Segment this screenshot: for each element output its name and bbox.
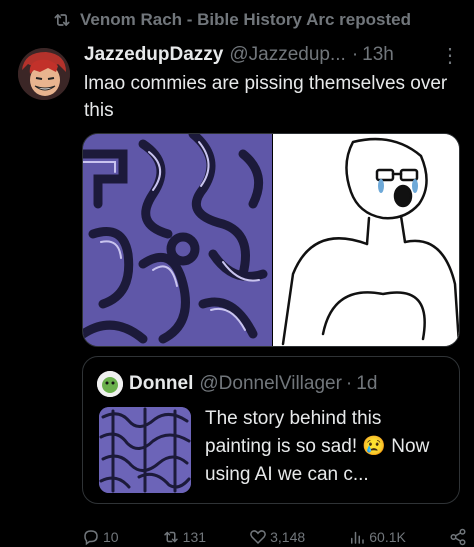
quoted-tweet[interactable]: Donnel @DonnelVillager · 1d The story be… [82, 356, 460, 504]
views-button[interactable]: 60.1K [348, 528, 406, 546]
quote-timestamp[interactable]: 1d [356, 373, 377, 395]
more-options-icon[interactable]: ⋮ [440, 43, 460, 68]
quote-author-name[interactable]: Donnel [129, 373, 193, 395]
quote-author-handle[interactable]: @DonnelVillager [199, 373, 342, 395]
quote-avatar[interactable] [97, 371, 123, 397]
reply-button[interactable]: 10 [82, 528, 119, 546]
repost-label: Venom Rach - Bible History Arc reposted [80, 10, 411, 29]
like-button[interactable]: 3,148 [249, 528, 305, 546]
action-bar: 10 131 3,148 60.1K [82, 526, 467, 547]
tweet-text: lmao commies are pissing themselves over… [84, 73, 448, 121]
quote-thumbnail[interactable] [99, 407, 191, 493]
quote-header: Donnel @DonnelVillager · 1d [97, 371, 377, 397]
like-count: 3,148 [270, 528, 306, 545]
repost-icon [163, 531, 178, 542]
repost-count: 131 [182, 528, 207, 545]
author-handle[interactable]: @Jazzedup... [229, 44, 345, 66]
quote-text: The story behind this painting is so sad… [205, 408, 430, 485]
quote-separator: · [345, 373, 353, 394]
share-icon [450, 528, 466, 545]
author-name[interactable]: JazzedupDazzy [84, 44, 223, 66]
avatar[interactable] [18, 48, 70, 100]
views-icon [351, 531, 365, 544]
repost-button[interactable]: 131 [162, 528, 206, 546]
view-count: 60.1K [369, 528, 406, 545]
reply-icon [84, 529, 98, 545]
media-grid[interactable] [82, 133, 460, 347]
reply-count: 10 [103, 528, 119, 545]
separator: · [351, 44, 359, 65]
heart-icon [250, 529, 266, 544]
timestamp[interactable]: 13h [362, 44, 394, 66]
tweet-header: JazzedupDazzy @Jazzedup... · 13h ⋮ [84, 42, 460, 68]
wojak-image[interactable] [272, 134, 459, 346]
painting-image[interactable] [83, 134, 272, 346]
repost-indicator[interactable]: Venom Rach - Bible History Arc reposted [52, 8, 411, 32]
repost-icon [54, 14, 70, 26]
share-button[interactable] [449, 528, 467, 546]
